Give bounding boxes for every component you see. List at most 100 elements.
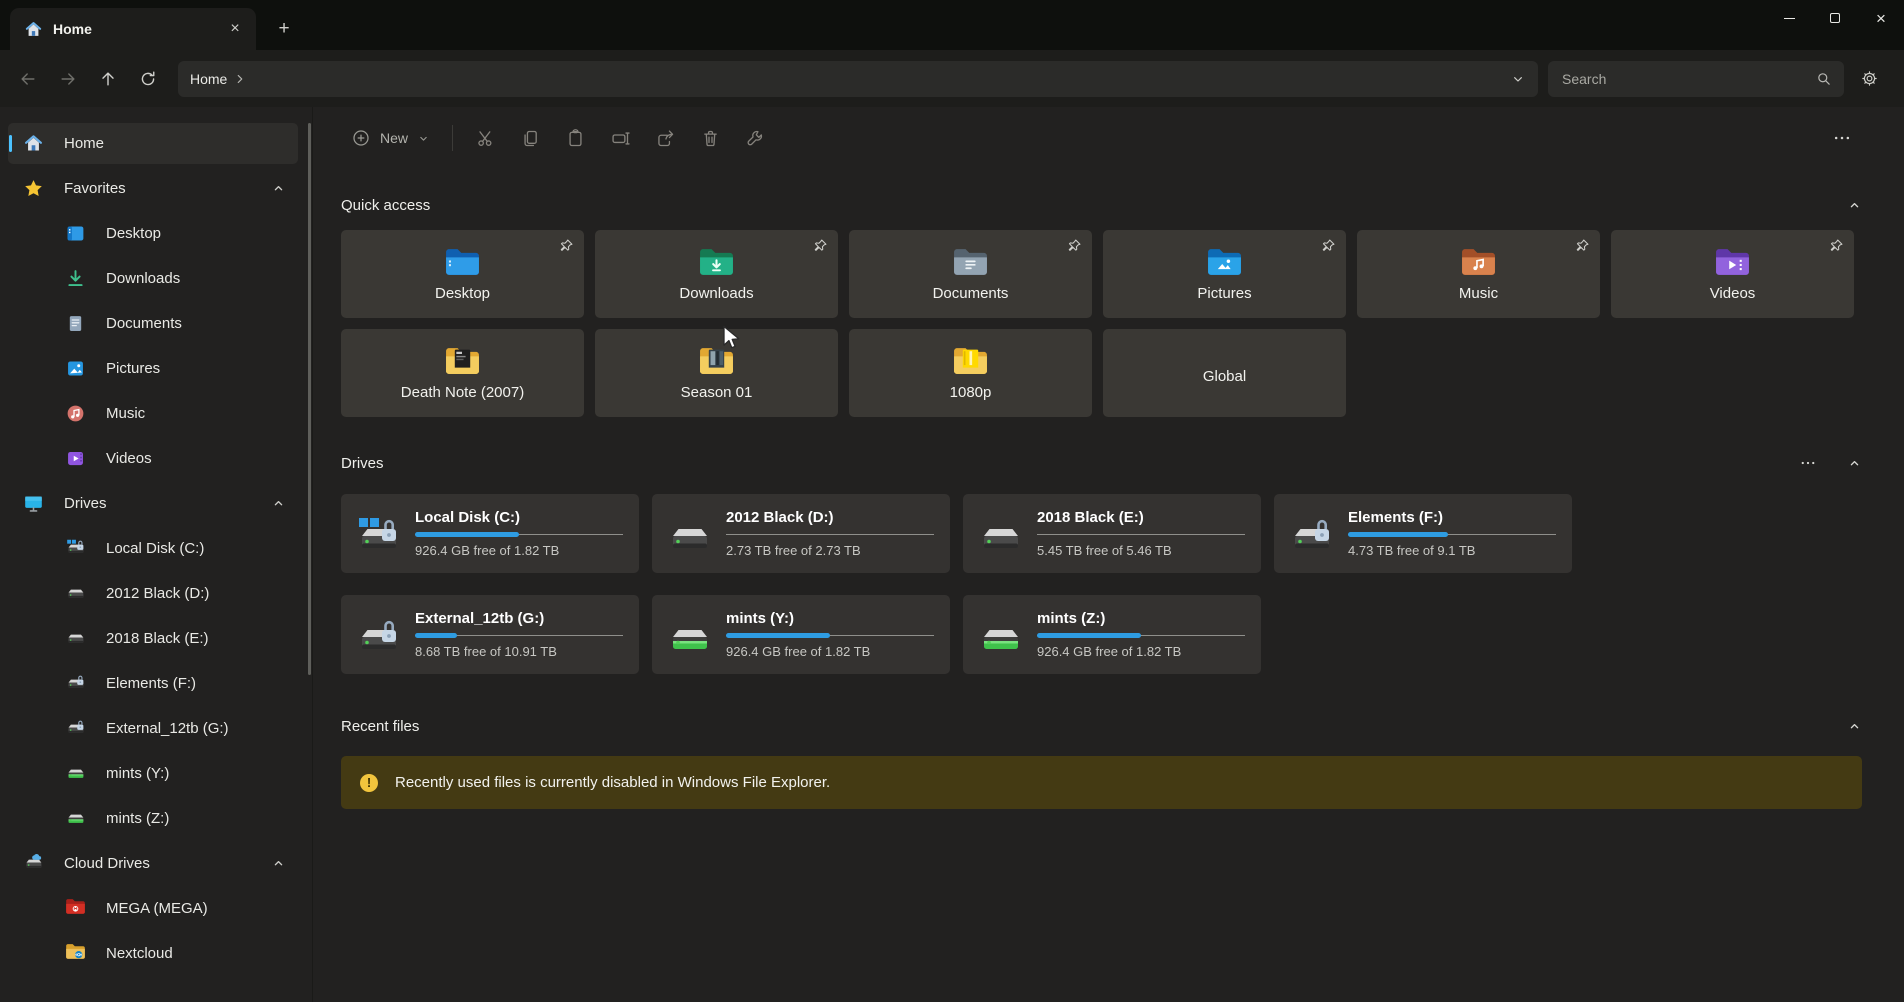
- share-button[interactable]: [645, 120, 686, 156]
- pin-icon: [558, 237, 575, 254]
- tools-button[interactable]: [735, 120, 776, 156]
- delete-button[interactable]: [690, 120, 731, 156]
- maximize-button[interactable]: [1812, 0, 1858, 36]
- search-input[interactable]: [1560, 70, 1807, 88]
- window-controls: ×: [1766, 0, 1904, 36]
- sidebar-item-mints-z[interactable]: mints (Z:): [8, 798, 298, 839]
- paste-button[interactable]: [555, 120, 596, 156]
- sidebar-item-music[interactable]: Music: [8, 393, 298, 434]
- address-dropdown-button[interactable]: [1510, 71, 1526, 87]
- new-button[interactable]: New: [341, 120, 440, 156]
- drives-more-button[interactable]: [1799, 454, 1817, 472]
- breadcrumb[interactable]: Home: [190, 71, 227, 87]
- see-more-button[interactable]: [1821, 120, 1862, 156]
- settings-button[interactable]: [1848, 61, 1890, 97]
- drives-collapse-button[interactable]: [1847, 456, 1862, 471]
- copy-icon: [520, 128, 541, 149]
- sidebar-item-home[interactable]: Home: [8, 123, 298, 164]
- sidebar-item-favorites[interactable]: Favorites: [8, 168, 298, 209]
- sidebar-item-label: Downloads: [106, 270, 180, 287]
- drive-tile-external-12tb-g[interactable]: External_12tb (G:) 8.68 TB free of 10.91…: [341, 595, 639, 674]
- forward-button[interactable]: [48, 61, 88, 97]
- quick-access-collapse-button[interactable]: [1847, 198, 1862, 213]
- sidebar-item-label: Videos: [106, 450, 152, 467]
- drive-green-icon: [665, 615, 713, 655]
- sidebar-item-downloads[interactable]: Downloads: [8, 258, 298, 299]
- drive-win-lock-icon: [354, 514, 402, 554]
- minimize-button[interactable]: [1766, 0, 1812, 36]
- chevron-up-icon[interactable]: [271, 856, 286, 871]
- drive-tile-mints-y[interactable]: mints (Y:) 926.4 GB free of 1.82 TB: [652, 595, 950, 674]
- quick-access-tile-documents[interactable]: Documents: [849, 230, 1092, 318]
- drive-tile-2012-black-d[interactable]: 2012 Black (D:) 2.73 TB free of 2.73 TB: [652, 494, 950, 573]
- chevron-up-icon[interactable]: [271, 181, 286, 196]
- folder-videos-icon: [1714, 247, 1751, 278]
- drive-name: mints (Z:): [1037, 610, 1245, 627]
- warning-icon: !: [360, 774, 378, 792]
- quick-access-tile-1080p[interactable]: 1080p: [849, 329, 1092, 417]
- tile-label: Videos: [1710, 285, 1756, 302]
- rename-button[interactable]: [600, 120, 641, 156]
- desktop-icon: [65, 223, 86, 244]
- sidebar-item-local-disk-c[interactable]: Local Disk (C:): [8, 528, 298, 569]
- sidebar-item-label: Drives: [64, 495, 107, 512]
- quick-access-tile-death-note-2007[interactable]: Death Note (2007): [341, 329, 584, 417]
- drive-tile-elements-f[interactable]: Elements (F:) 4.73 TB free of 9.1 TB: [1274, 494, 1572, 573]
- drive-tile-mints-z[interactable]: mints (Z:) 926.4 GB free of 1.82 TB: [963, 595, 1261, 674]
- toolbar-actions: [465, 120, 776, 156]
- home-icon: [23, 133, 44, 154]
- up-button[interactable]: [88, 61, 128, 97]
- drive-usage-bar: [726, 633, 934, 638]
- cut-button[interactable]: [465, 120, 506, 156]
- drive-green-icon: [65, 808, 86, 829]
- sidebar-item-2018-black-e[interactable]: 2018 Black (E:): [8, 618, 298, 659]
- quick-access-tile-pictures[interactable]: Pictures: [1103, 230, 1346, 318]
- sidebar-item-drives[interactable]: Drives: [8, 483, 298, 524]
- chevron-up-icon[interactable]: [271, 496, 286, 511]
- sidebar-item-2012-black-d[interactable]: 2012 Black (D:): [8, 573, 298, 614]
- drive-usage-bar: [415, 532, 623, 537]
- arrow-right-icon: [58, 69, 78, 89]
- arrow-left-icon: [18, 69, 38, 89]
- sidebar-scrollbar[interactable]: [308, 123, 311, 675]
- sidebar-item-cloud-drives[interactable]: Cloud Drives: [8, 843, 298, 884]
- quick-access-tile-desktop[interactable]: Desktop: [341, 230, 584, 318]
- sidebar-item-label: Nextcloud: [106, 945, 173, 962]
- sidebar-item-mega-mega[interactable]: MEGA (MEGA): [8, 888, 298, 929]
- tab-home[interactable]: Home ×: [10, 8, 256, 50]
- music-icon: [65, 403, 86, 424]
- quick-access-tile-global[interactable]: Global: [1103, 329, 1346, 417]
- drive-tile-local-disk-c[interactable]: Local Disk (C:) 926.4 GB free of 1.82 TB: [341, 494, 639, 573]
- close-button[interactable]: ×: [1858, 0, 1904, 36]
- recent-collapse-button[interactable]: [1847, 719, 1862, 734]
- new-tab-button[interactable]: +: [268, 14, 300, 44]
- quick-access-tile-downloads[interactable]: Downloads: [595, 230, 838, 318]
- quick-access-tile-music[interactable]: Music: [1357, 230, 1600, 318]
- sidebar-item-label: Documents: [106, 315, 182, 332]
- address-bar[interactable]: Home: [178, 61, 1538, 97]
- sidebar-item-documents[interactable]: Documents: [8, 303, 298, 344]
- sidebar-item-pictures[interactable]: Pictures: [8, 348, 298, 389]
- sidebar-item-mints-y[interactable]: mints (Y:): [8, 753, 298, 794]
- quick-access-tile-season-01[interactable]: Season 01: [595, 329, 838, 417]
- folder-documents-icon: [952, 247, 989, 278]
- sidebar-item-videos[interactable]: Videos: [8, 438, 298, 479]
- copy-button[interactable]: [510, 120, 551, 156]
- drive-lock-icon: [1287, 514, 1335, 554]
- star-icon: [23, 178, 44, 199]
- pictures-icon: [65, 358, 86, 379]
- tools-icon: [745, 128, 766, 149]
- tab-close-icon[interactable]: ×: [222, 17, 248, 41]
- refresh-button[interactable]: [128, 61, 168, 97]
- drive-tile-2018-black-e[interactable]: 2018 Black (E:) 5.45 TB free of 5.46 TB: [963, 494, 1261, 573]
- sidebar-item-nextcloud[interactable]: Nextcloud: [8, 933, 298, 974]
- drive-icon: [976, 514, 1024, 554]
- folder-desktop-icon: [444, 247, 481, 278]
- back-button[interactable]: [8, 61, 48, 97]
- sidebar-item-desktop[interactable]: Desktop: [8, 213, 298, 254]
- sidebar-item-external-12tb-g[interactable]: External_12tb (G:): [8, 708, 298, 749]
- sidebar-item-label: Elements (F:): [106, 675, 196, 692]
- quick-access-tile-videos[interactable]: Videos: [1611, 230, 1854, 318]
- sidebar-item-elements-f[interactable]: Elements (F:): [8, 663, 298, 704]
- new-button-label: New: [380, 130, 408, 146]
